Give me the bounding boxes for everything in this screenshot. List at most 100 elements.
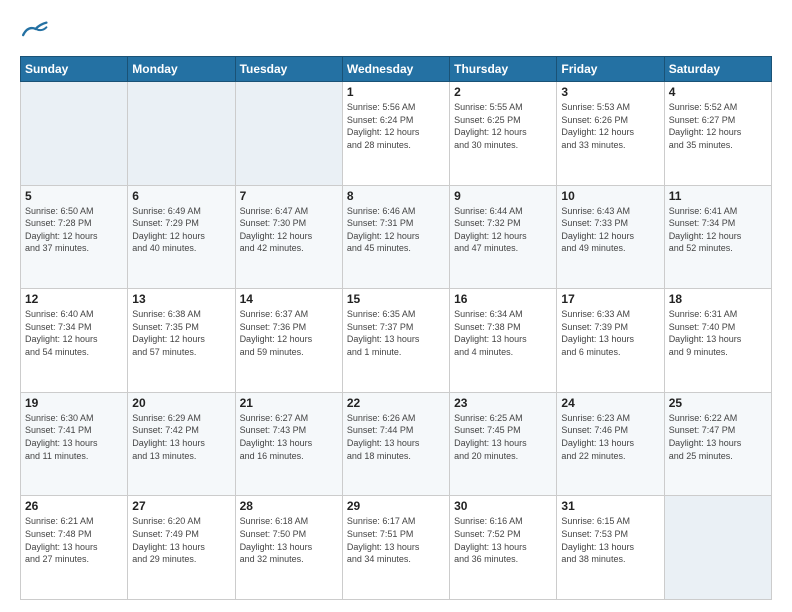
day-info: Sunrise: 5:52 AM Sunset: 6:27 PM Dayligh… bbox=[669, 101, 767, 151]
day-info: Sunrise: 5:53 AM Sunset: 6:26 PM Dayligh… bbox=[561, 101, 659, 151]
day-number: 17 bbox=[561, 292, 659, 306]
day-number: 20 bbox=[132, 396, 230, 410]
calendar-cell: 15Sunrise: 6:35 AM Sunset: 7:37 PM Dayli… bbox=[342, 289, 449, 393]
day-number: 24 bbox=[561, 396, 659, 410]
calendar-cell: 12Sunrise: 6:40 AM Sunset: 7:34 PM Dayli… bbox=[21, 289, 128, 393]
calendar-cell: 4 Sunrise: 5:52 AM Sunset: 6:27 PM Daylig… bbox=[664, 82, 771, 186]
calendar-cell: 30 Sunrise: 6:16 AM Sunset: 7:52 PM Dayli… bbox=[450, 496, 557, 600]
calendar-cell: 22 Sunrise: 6:26 AM Sunset: 7:44 PM Dayli… bbox=[342, 392, 449, 496]
day-info: Sunrise: 6:47 AM Sunset: 7:30 PM Dayligh… bbox=[240, 205, 338, 255]
day-number: 27 bbox=[132, 499, 230, 513]
day-info: Sunrise: 6:15 AM Sunset: 7:53 PM Dayligh… bbox=[561, 515, 659, 565]
day-number: 18 bbox=[669, 292, 767, 306]
calendar-cell: 28 Sunrise: 6:18 AM Sunset: 7:50 PM Dayli… bbox=[235, 496, 342, 600]
day-info: Sunrise: 6:49 AM Sunset: 7:29 PM Dayligh… bbox=[132, 205, 230, 255]
day-number: 5 bbox=[25, 189, 123, 203]
header bbox=[20, 18, 772, 46]
day-number: 25 bbox=[669, 396, 767, 410]
calendar-cell: 24 Sunrise: 6:23 AM Sunset: 7:46 PM Dayli… bbox=[557, 392, 664, 496]
calendar-cell: 26Sunrise: 6:21 AM Sunset: 7:48 PM Dayli… bbox=[21, 496, 128, 600]
day-info: Sunrise: 6:25 AM Sunset: 7:45 PM Dayligh… bbox=[454, 412, 552, 462]
day-number: 9 bbox=[454, 189, 552, 203]
calendar-cell: 18 Sunrise: 6:31 AM Sunset: 7:40 PM Dayli… bbox=[664, 289, 771, 393]
logo bbox=[20, 18, 52, 46]
day-number: 30 bbox=[454, 499, 552, 513]
day-info: Sunrise: 6:38 AM Sunset: 7:35 PM Dayligh… bbox=[132, 308, 230, 358]
day-number: 2 bbox=[454, 85, 552, 99]
day-info: Sunrise: 6:17 AM Sunset: 7:51 PM Dayligh… bbox=[347, 515, 445, 565]
calendar-cell: 31 Sunrise: 6:15 AM Sunset: 7:53 PM Dayli… bbox=[557, 496, 664, 600]
calendar-cell bbox=[664, 496, 771, 600]
calendar-cell: 29 Sunrise: 6:17 AM Sunset: 7:51 PM Dayli… bbox=[342, 496, 449, 600]
calendar-week-row: 12Sunrise: 6:40 AM Sunset: 7:34 PM Dayli… bbox=[21, 289, 772, 393]
day-number: 4 bbox=[669, 85, 767, 99]
day-number: 8 bbox=[347, 189, 445, 203]
day-number: 23 bbox=[454, 396, 552, 410]
calendar-week-row: 1Sunrise: 5:56 AM Sunset: 6:24 PM Daylig… bbox=[21, 82, 772, 186]
calendar-week-row: 26Sunrise: 6:21 AM Sunset: 7:48 PM Dayli… bbox=[21, 496, 772, 600]
day-info: Sunrise: 6:18 AM Sunset: 7:50 PM Dayligh… bbox=[240, 515, 338, 565]
calendar-cell: 2Sunrise: 5:55 AM Sunset: 6:25 PM Daylig… bbox=[450, 82, 557, 186]
calendar-cell: 6Sunrise: 6:49 AM Sunset: 7:29 PM Daylig… bbox=[128, 185, 235, 289]
day-info: Sunrise: 6:41 AM Sunset: 7:34 PM Dayligh… bbox=[669, 205, 767, 255]
day-number: 14 bbox=[240, 292, 338, 306]
day-info: Sunrise: 6:26 AM Sunset: 7:44 PM Dayligh… bbox=[347, 412, 445, 462]
calendar-cell: 11 Sunrise: 6:41 AM Sunset: 7:34 PM Dayli… bbox=[664, 185, 771, 289]
day-number: 3 bbox=[561, 85, 659, 99]
calendar-cell: 13 Sunrise: 6:38 AM Sunset: 7:35 PM Dayli… bbox=[128, 289, 235, 393]
calendar-cell: 1Sunrise: 5:56 AM Sunset: 6:24 PM Daylig… bbox=[342, 82, 449, 186]
weekday-header-wednesday: Wednesday bbox=[342, 57, 449, 82]
logo-icon bbox=[20, 18, 48, 46]
calendar-cell: 23 Sunrise: 6:25 AM Sunset: 7:45 PM Dayli… bbox=[450, 392, 557, 496]
calendar-cell: 5Sunrise: 6:50 AM Sunset: 7:28 PM Daylig… bbox=[21, 185, 128, 289]
weekday-header-friday: Friday bbox=[557, 57, 664, 82]
day-info: Sunrise: 6:43 AM Sunset: 7:33 PM Dayligh… bbox=[561, 205, 659, 255]
calendar-cell: 9 Sunrise: 6:44 AM Sunset: 7:32 PM Daylig… bbox=[450, 185, 557, 289]
day-info: Sunrise: 6:34 AM Sunset: 7:38 PM Dayligh… bbox=[454, 308, 552, 358]
day-info: Sunrise: 6:30 AM Sunset: 7:41 PM Dayligh… bbox=[25, 412, 123, 462]
page: SundayMondayTuesdayWednesdayThursdayFrid… bbox=[0, 0, 792, 612]
weekday-header-monday: Monday bbox=[128, 57, 235, 82]
day-number: 29 bbox=[347, 499, 445, 513]
day-info: Sunrise: 6:40 AM Sunset: 7:34 PM Dayligh… bbox=[25, 308, 123, 358]
day-info: Sunrise: 6:23 AM Sunset: 7:46 PM Dayligh… bbox=[561, 412, 659, 462]
calendar-cell: 27 Sunrise: 6:20 AM Sunset: 7:49 PM Dayli… bbox=[128, 496, 235, 600]
day-number: 28 bbox=[240, 499, 338, 513]
day-number: 22 bbox=[347, 396, 445, 410]
calendar-cell: 16 Sunrise: 6:34 AM Sunset: 7:38 PM Dayli… bbox=[450, 289, 557, 393]
day-number: 21 bbox=[240, 396, 338, 410]
calendar-cell: 8 Sunrise: 6:46 AM Sunset: 7:31 PM Daylig… bbox=[342, 185, 449, 289]
day-info: Sunrise: 6:37 AM Sunset: 7:36 PM Dayligh… bbox=[240, 308, 338, 358]
day-info: Sunrise: 6:29 AM Sunset: 7:42 PM Dayligh… bbox=[132, 412, 230, 462]
day-info: Sunrise: 6:46 AM Sunset: 7:31 PM Dayligh… bbox=[347, 205, 445, 255]
day-info: Sunrise: 6:44 AM Sunset: 7:32 PM Dayligh… bbox=[454, 205, 552, 255]
day-number: 1 bbox=[347, 85, 445, 99]
calendar-table: SundayMondayTuesdayWednesdayThursdayFrid… bbox=[20, 56, 772, 600]
day-number: 11 bbox=[669, 189, 767, 203]
calendar-cell: 20 Sunrise: 6:29 AM Sunset: 7:42 PM Dayli… bbox=[128, 392, 235, 496]
calendar-cell: 10 Sunrise: 6:43 AM Sunset: 7:33 PM Dayli… bbox=[557, 185, 664, 289]
calendar-week-row: 19Sunrise: 6:30 AM Sunset: 7:41 PM Dayli… bbox=[21, 392, 772, 496]
calendar-cell: 7Sunrise: 6:47 AM Sunset: 7:30 PM Daylig… bbox=[235, 185, 342, 289]
day-number: 16 bbox=[454, 292, 552, 306]
calendar-cell bbox=[21, 82, 128, 186]
day-info: Sunrise: 6:33 AM Sunset: 7:39 PM Dayligh… bbox=[561, 308, 659, 358]
day-number: 13 bbox=[132, 292, 230, 306]
day-info: Sunrise: 6:27 AM Sunset: 7:43 PM Dayligh… bbox=[240, 412, 338, 462]
day-info: Sunrise: 6:20 AM Sunset: 7:49 PM Dayligh… bbox=[132, 515, 230, 565]
day-info: Sunrise: 6:16 AM Sunset: 7:52 PM Dayligh… bbox=[454, 515, 552, 565]
day-number: 31 bbox=[561, 499, 659, 513]
weekday-header-saturday: Saturday bbox=[664, 57, 771, 82]
calendar-cell: 14 Sunrise: 6:37 AM Sunset: 7:36 PM Dayli… bbox=[235, 289, 342, 393]
weekday-header-sunday: Sunday bbox=[21, 57, 128, 82]
calendar-cell: 3 Sunrise: 5:53 AM Sunset: 6:26 PM Daylig… bbox=[557, 82, 664, 186]
calendar-cell bbox=[128, 82, 235, 186]
day-number: 26 bbox=[25, 499, 123, 513]
weekday-header-row: SundayMondayTuesdayWednesdayThursdayFrid… bbox=[21, 57, 772, 82]
day-info: Sunrise: 6:31 AM Sunset: 7:40 PM Dayligh… bbox=[669, 308, 767, 358]
calendar-cell bbox=[235, 82, 342, 186]
weekday-header-thursday: Thursday bbox=[450, 57, 557, 82]
calendar-cell: 17 Sunrise: 6:33 AM Sunset: 7:39 PM Dayli… bbox=[557, 289, 664, 393]
weekday-header-tuesday: Tuesday bbox=[235, 57, 342, 82]
day-number: 10 bbox=[561, 189, 659, 203]
